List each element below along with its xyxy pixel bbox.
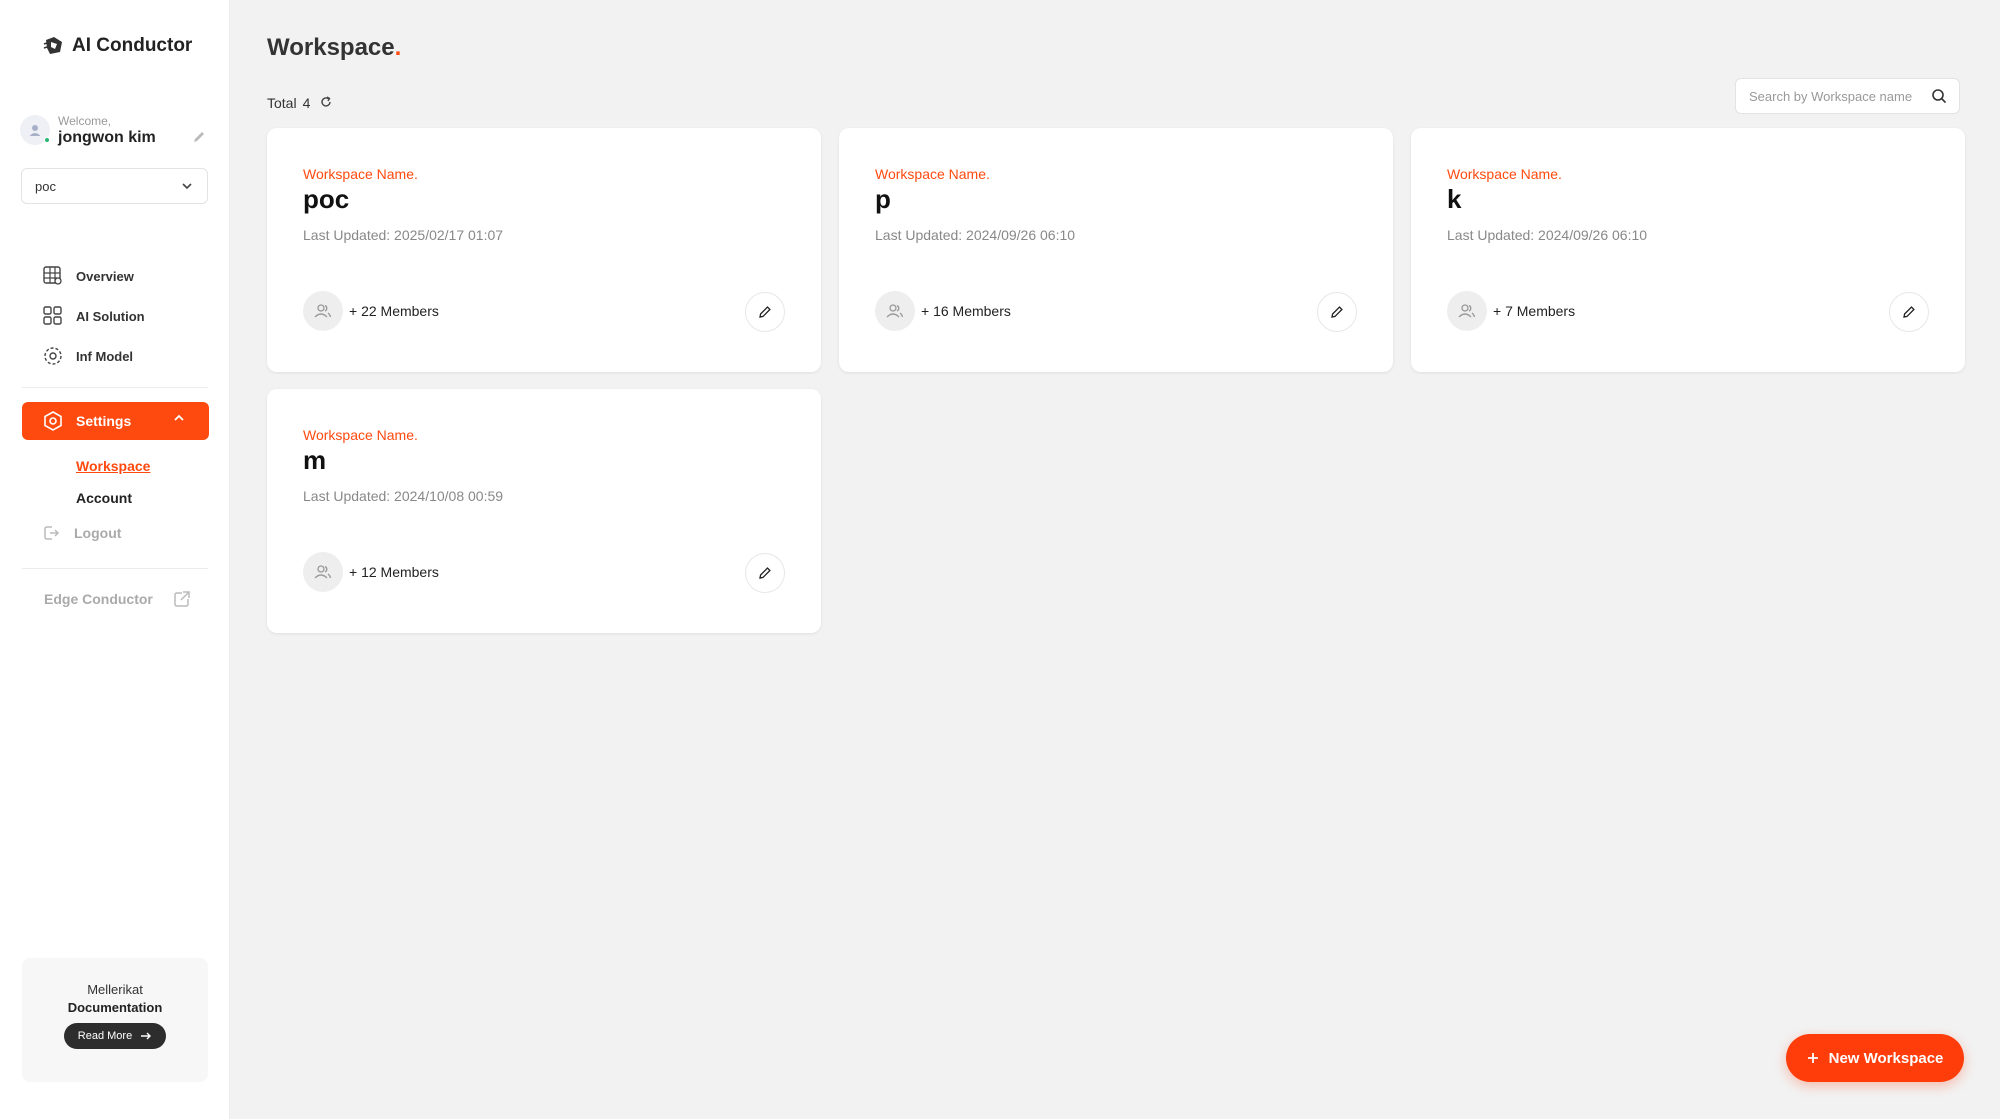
model-icon [44,347,62,365]
pencil-icon [1903,306,1915,318]
workspace-card[interactable]: Workspace Name. p Last Updated: 2024/09/… [839,128,1393,372]
total-label: Total [267,95,297,111]
total-count: Total 4 [267,95,332,111]
search-input[interactable] [1749,88,1931,104]
nav-label: AI Solution [76,308,145,324]
grid-icon [43,306,62,325]
app-title: AI Conductor [72,35,193,56]
nav-label: Overview [76,268,134,284]
members-info: + 16 Members [875,291,1011,331]
workspace-select[interactable]: poc [21,168,208,204]
nav-divider [22,568,208,569]
workspace-name-label: Workspace Name. [303,166,418,182]
external-link-icon [174,591,190,607]
edge-conductor-label: Edge Conductor [44,591,153,607]
members-info: + 22 Members [303,291,439,331]
conductor-logo-icon [43,37,62,54]
last-updated: Last Updated: 2024/10/08 00:59 [303,488,504,504]
nav-label: Inf Model [76,348,134,364]
user-name: jongwon kim [58,128,156,146]
edit-workspace-button[interactable] [745,292,785,332]
workspace-name: p [875,184,891,214]
edit-profile-button[interactable] [192,130,206,149]
pencil-icon [759,567,771,579]
nav-item-overview[interactable]: Overview [22,256,208,296]
workspace-name: k [1447,184,1462,214]
edit-workspace-button[interactable] [1317,292,1357,332]
members-info: + 12 Members [303,552,439,592]
last-updated: Last Updated: 2025/02/17 01:07 [303,227,504,243]
user-profile: Welcome, jongwon kim [20,110,206,150]
app-logo[interactable]: AI Conductor [42,34,192,58]
members-icon [303,291,343,331]
page-title-text: Workspace [267,34,395,61]
grid-globe-icon [43,266,62,285]
nav-item-inf-model[interactable]: Inf Model [22,336,208,376]
logout-button[interactable]: Logout [42,524,121,542]
workspace-name-label: Workspace Name. [303,427,418,443]
workspace-name-label: Workspace Name. [1447,166,1562,182]
settings-label: Settings [76,413,132,429]
doc-line-2: Documentation [67,1000,163,1015]
workspace-name-label: Workspace Name. [875,166,990,182]
members-count: + 16 Members [921,303,1011,319]
edge-conductor-link[interactable]: Edge Conductor [44,590,191,608]
sub-item-account[interactable]: Account [76,490,132,506]
plus-icon [1807,1053,1818,1063]
refresh-icon [321,96,332,107]
documentation-box: Mellerikat Documentation Read More [22,958,208,1082]
pencil-icon [759,306,771,318]
page-title: Workspace. [267,34,401,62]
members-info: + 7 Members [1447,291,1575,331]
refresh-button[interactable] [320,95,332,111]
logout-icon [44,526,60,540]
last-updated: Last Updated: 2024/09/26 06:10 [1447,227,1648,243]
search-box [1735,78,1960,114]
nav-divider [22,387,208,388]
members-count: + 12 Members [349,564,439,580]
members-count: + 7 Members [1493,303,1576,319]
main-nav: Overview AI Solution Inf Model [22,256,208,376]
online-status-dot [44,137,50,143]
search-icon[interactable] [1931,88,1947,104]
total-value: 4 [302,95,311,111]
workspace-card[interactable]: Workspace Name. m Last Updated: 2024/10/… [267,389,821,633]
members-count: + 22 Members [349,303,439,319]
new-workspace-button[interactable]: New Workspace [1786,1034,1964,1082]
avatar [20,115,50,145]
members-icon [875,291,915,331]
edit-workspace-button[interactable] [745,553,785,593]
page-title-dot: . [394,34,402,61]
members-icon [303,552,343,592]
workspace-name: m [303,445,327,475]
welcome-label: Welcome, [58,113,112,128]
read-more-label: Read More [77,1030,133,1042]
workspace-card[interactable]: Workspace Name. k Last Updated: 2024/09/… [1411,128,1965,372]
pencil-icon [1331,306,1343,318]
pencil-icon [194,132,204,142]
nav-item-ai-solution[interactable]: AI Solution [22,296,208,336]
chevron-up-icon [174,414,184,421]
nav-item-settings[interactable]: Settings [22,402,209,440]
workspace-name: poc [303,184,350,214]
last-updated: Last Updated: 2024/09/26 06:10 [875,227,1076,243]
arrow-right-icon [141,1032,152,1040]
workspace-select-value: poc [35,178,56,194]
sidebar: AI Conductor Welcome, jongwon kim poc Ov… [0,0,230,1119]
doc-line-1: Mellerikat [87,982,143,997]
new-workspace-label: New Workspace [1828,1049,1944,1067]
read-more-button[interactable]: Read More [63,1023,167,1049]
user-icon [29,125,41,136]
chevron-down-icon [182,183,192,190]
logout-label: Logout [74,525,122,541]
workspace-card[interactable]: Workspace Name. poc Last Updated: 2025/0… [267,128,821,372]
members-icon [1447,291,1487,331]
settings-hex-icon [44,411,62,431]
edit-workspace-button[interactable] [1889,292,1929,332]
sub-item-workspace[interactable]: Workspace [76,458,150,474]
